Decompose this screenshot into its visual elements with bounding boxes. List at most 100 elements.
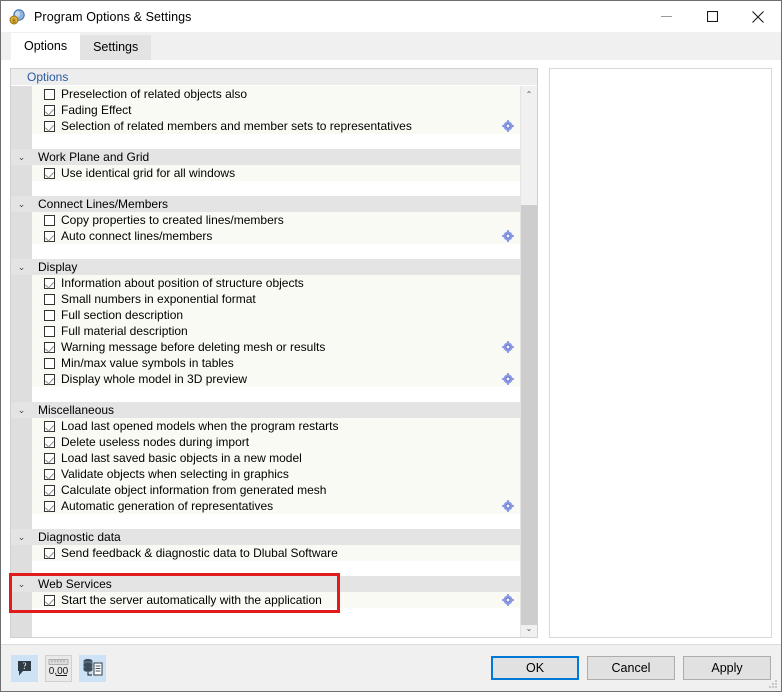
scrollbar-thumb[interactable] (521, 205, 537, 625)
maximize-button[interactable] (689, 1, 735, 32)
option-checkbox[interactable] (44, 484, 55, 496)
option-checkbox[interactable] (44, 468, 55, 480)
option-checkbox[interactable] (44, 436, 55, 448)
option-row[interactable]: Copy properties to created lines/members (11, 212, 520, 228)
spacer-gutter (11, 244, 32, 259)
option-checkbox[interactable] (44, 309, 55, 321)
option-row[interactable]: Selection of related members and member … (11, 118, 520, 134)
option-row[interactable]: Load last opened models when the program… (11, 418, 520, 434)
spacer-gutter (11, 181, 32, 196)
options-group-title: Options (11, 69, 537, 86)
chevron-down-icon[interactable]: ⌄ (11, 199, 32, 210)
row-gutter (11, 450, 32, 466)
option-checkbox[interactable] (44, 452, 55, 464)
group-header[interactable]: ⌄ Diagnostic data (11, 529, 520, 545)
option-group: ⌄ Work Plane and Grid Use identical grid f… (11, 149, 520, 196)
group-header[interactable]: ⌄ Miscellaneous (11, 402, 520, 418)
minimize-button[interactable] (643, 1, 689, 32)
tab-options[interactable]: Options (11, 33, 81, 60)
group-name: Connect Lines/Members (38, 197, 169, 211)
option-label: Auto connect lines/members (61, 229, 213, 243)
option-group: ⌄ Miscellaneous Load last opened models wh… (11, 402, 520, 529)
option-checkbox[interactable] (44, 500, 55, 512)
gear-icon[interactable] (502, 230, 514, 242)
option-group: Preselection of related objects also Fadi… (11, 86, 520, 149)
option-checkbox[interactable] (44, 325, 55, 337)
option-row[interactable]: Preselection of related objects also (11, 86, 520, 102)
option-row[interactable]: Display whole model in 3D preview (11, 371, 520, 387)
group-header[interactable]: ⌄ Web Services (11, 576, 520, 592)
chevron-down-icon[interactable]: ⌄ (11, 262, 32, 273)
row-gutter (11, 212, 32, 228)
option-row[interactable]: Automatic generation of representatives (11, 498, 520, 514)
option-row[interactable]: Full section description (11, 307, 520, 323)
help-icon[interactable]: ? (11, 654, 38, 682)
resize-grip[interactable] (768, 678, 778, 688)
option-checkbox[interactable] (44, 594, 55, 606)
vertical-scrollbar[interactable]: ⌃ ⌄ (520, 86, 537, 637)
decimal-places-icon[interactable]: 0,00 (45, 654, 72, 682)
option-checkbox[interactable] (44, 373, 55, 385)
option-label: Selection of related members and member … (61, 119, 412, 133)
option-checkbox[interactable] (44, 104, 55, 116)
group-spacer (11, 134, 520, 149)
tab-settings[interactable]: Settings (80, 35, 152, 60)
scroll-up-arrow[interactable]: ⌃ (521, 86, 537, 103)
options-rows: Preselection of related objects also Fadi… (11, 86, 520, 623)
group-name: Miscellaneous (38, 403, 115, 417)
option-row[interactable]: Warning message before deleting mesh or … (11, 339, 520, 355)
option-row[interactable]: Full material description (11, 323, 520, 339)
group-header[interactable]: ⌄ Connect Lines/Members (11, 196, 520, 212)
svg-text:?: ? (23, 661, 27, 671)
apply-button[interactable]: Apply (683, 656, 771, 680)
close-button[interactable] (735, 1, 781, 32)
option-label: Warning message before deleting mesh or … (61, 340, 326, 354)
gear-icon[interactable] (502, 373, 514, 385)
row-gutter (11, 339, 32, 355)
chevron-down-icon[interactable]: ⌄ (11, 532, 32, 543)
option-row[interactable]: Start the server automatically with the … (11, 592, 520, 608)
export-data-icon[interactable] (79, 654, 106, 682)
group-spacer (11, 244, 520, 259)
option-checkbox[interactable] (44, 120, 55, 132)
option-checkbox[interactable] (44, 214, 55, 226)
option-checkbox[interactable] (44, 88, 55, 100)
option-row[interactable]: Validate objects when selecting in graph… (11, 466, 520, 482)
option-checkbox[interactable] (44, 357, 55, 369)
group-header[interactable]: ⌄ Work Plane and Grid (11, 149, 520, 165)
option-row[interactable]: Min/max value symbols in tables (11, 355, 520, 371)
spacer-gutter (11, 608, 32, 623)
gear-icon[interactable] (502, 594, 514, 606)
chevron-down-icon[interactable]: ⌄ (11, 579, 32, 590)
option-row[interactable]: Auto connect lines/members (11, 228, 520, 244)
option-checkbox[interactable] (44, 167, 55, 179)
group-name: Diagnostic data (38, 530, 121, 544)
gear-icon[interactable] (502, 120, 514, 132)
option-row[interactable]: Calculate object information from genera… (11, 482, 520, 498)
chevron-down-icon[interactable]: ⌄ (11, 152, 32, 163)
cancel-button[interactable]: Cancel (587, 656, 675, 680)
option-row[interactable]: Use identical grid for all windows (11, 165, 520, 181)
option-checkbox[interactable] (44, 293, 55, 305)
option-row[interactable]: Delete useless nodes during import (11, 434, 520, 450)
option-checkbox[interactable] (44, 277, 55, 289)
row-gutter (11, 545, 32, 561)
option-row[interactable]: Fading Effect (11, 102, 520, 118)
option-row[interactable]: Small numbers in exponential format (11, 291, 520, 307)
ok-button[interactable]: OK (491, 656, 579, 680)
option-row[interactable]: Load last saved basic objects in a new m… (11, 450, 520, 466)
chevron-down-icon[interactable]: ⌄ (11, 405, 32, 416)
option-row[interactable]: Send feedback & diagnostic data to Dluba… (11, 545, 520, 561)
group-header[interactable]: ⌄ Display (11, 259, 520, 275)
scrollbar-track[interactable] (521, 103, 537, 625)
option-checkbox[interactable] (44, 230, 55, 242)
option-row[interactable]: Information about position of structure … (11, 275, 520, 291)
gear-icon[interactable] (502, 341, 514, 353)
option-checkbox[interactable] (44, 420, 55, 432)
gear-icon[interactable] (502, 500, 514, 512)
option-checkbox[interactable] (44, 341, 55, 353)
option-label: Display whole model in 3D preview (61, 372, 248, 386)
option-checkbox[interactable] (44, 547, 55, 559)
spacer-gutter (11, 134, 32, 149)
option-label: Calculate object information from genera… (61, 483, 327, 497)
